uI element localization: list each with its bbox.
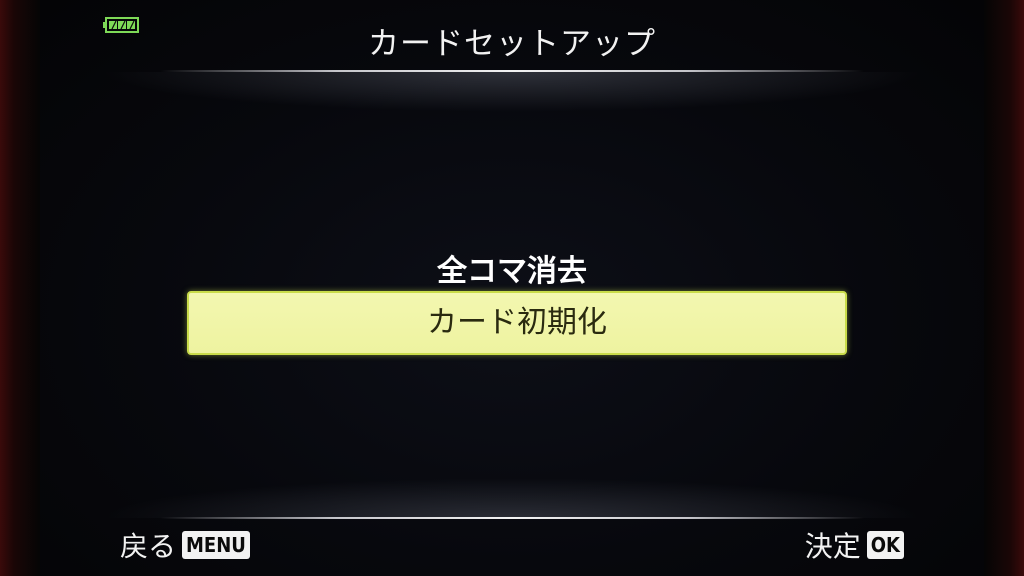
ok-key-badge: OK bbox=[866, 531, 904, 559]
back-hint[interactable]: 戻る MENU bbox=[120, 527, 250, 563]
back-label: 戻る bbox=[120, 530, 177, 563]
confirm-label: 決定 bbox=[804, 530, 861, 563]
footer-divider bbox=[160, 517, 864, 519]
title-divider-glow bbox=[100, 72, 924, 112]
page-title: カードセットアップ bbox=[368, 26, 656, 62]
menu-key-badge: MENU bbox=[182, 531, 250, 559]
lcd-screen: カードセットアップ 全コマ消去 カード初期化 戻る MENU 決定 OK bbox=[40, 0, 984, 576]
menu-item-erase-all[interactable]: 全コマ消去 bbox=[40, 246, 984, 290]
menu-item-format-card[interactable]: カード初期化 bbox=[187, 291, 847, 355]
footer-divider-glow bbox=[100, 478, 924, 518]
camera-display-frame: カードセットアップ 全コマ消去 カード初期化 戻る MENU 決定 OK bbox=[0, 0, 1024, 576]
confirm-hint[interactable]: 決定 OK bbox=[805, 527, 904, 563]
